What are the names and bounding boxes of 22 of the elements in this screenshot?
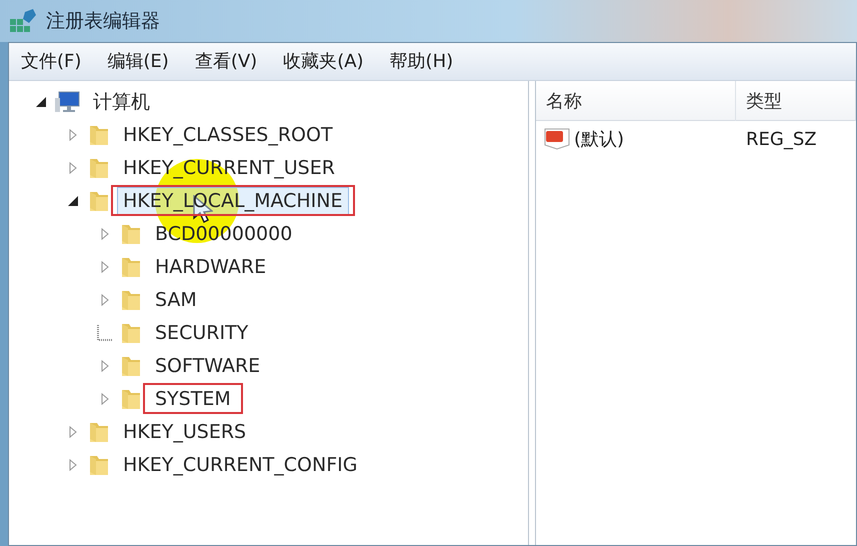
registry-icon — [8, 7, 38, 35]
menu-item[interactable]: 编辑(E) — [99, 46, 177, 77]
menu-item[interactable]: 文件(F) — [13, 46, 90, 77]
tree-item[interactable]: HARDWARE — [149, 252, 272, 280]
tree-item[interactable]: HKEY_CURRENT_CONFIG — [117, 450, 364, 478]
tree-item[interactable]: SOFTWARE — [149, 352, 266, 380]
window-title: 注册表编辑器 — [46, 8, 160, 34]
menu-item[interactable]: 查看(V) — [186, 46, 266, 77]
column-header[interactable]: 名称 — [536, 81, 736, 121]
value-type: REG_SZ — [745, 128, 817, 152]
menu-item[interactable]: 帮助(H) — [382, 46, 462, 77]
menu-item[interactable]: 收藏夹(A) — [275, 46, 372, 77]
tree-item[interactable]: SECURITY — [149, 318, 254, 346]
value-name[interactable]: (默认) — [574, 126, 624, 152]
computer-icon — [55, 90, 81, 114]
tree-item[interactable]: HKEY_USERS — [117, 418, 252, 446]
tree-item[interactable]: SYSTEM — [149, 384, 237, 412]
tree-item[interactable]: HKEY_CLASSES_ROOT — [117, 120, 339, 148]
tree-item[interactable]: SAM — [149, 286, 203, 314]
column-header[interactable]: 类型 — [736, 81, 856, 121]
tree-item[interactable]: 计算机 — [87, 88, 156, 116]
string-value-icon — [544, 128, 570, 150]
